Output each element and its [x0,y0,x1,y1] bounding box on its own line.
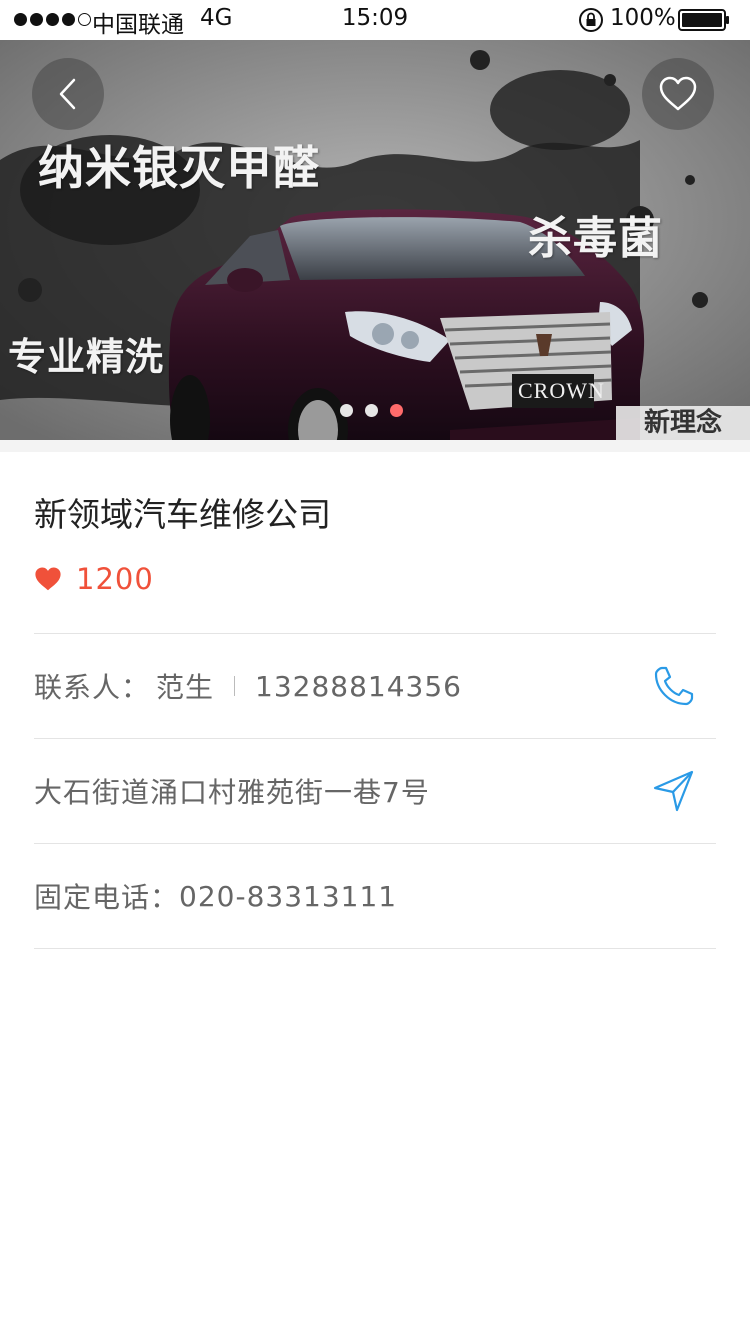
phone-icon[interactable] [652,664,696,708]
battery-percentage: 100% [610,5,676,31]
likes-row[interactable]: 1200 [34,560,154,598]
heart-outline-icon [659,76,697,111]
navigation-arrow-icon[interactable] [652,769,696,813]
landline-label: 固定电话： [34,881,180,914]
landline-row[interactable]: 固定电话： 020-83313111 [34,844,716,948]
landline-number[interactable]: 020-83313111 [179,880,397,913]
rotation-lock-icon [579,8,603,32]
contact-row[interactable]: 联系人： 范生 13288814356 [34,634,716,738]
chevron-left-icon [59,78,76,110]
battery-icon [678,9,729,31]
contact-separator [234,676,236,696]
contact-phone[interactable]: 13288814356 [255,670,462,703]
back-button[interactable] [32,58,104,130]
banner-slogan-2: 杀毒菌 [528,213,663,264]
divider [34,948,716,949]
banner-slogan-1: 纳米银灭甲醛 [38,141,320,195]
section-spacer [0,440,750,452]
contact-label: 联系人： [34,671,151,704]
carousel-dot-3-active[interactable] [390,404,403,417]
likes-count: 1200 [76,562,154,596]
address-text: 大石街道涌口村雅苑街一巷7号 [34,776,430,809]
carousel-dot-1[interactable] [340,404,353,417]
status-bar: 中国联通 4G 15:09 100% [0,0,750,40]
car-badge: CROWN [518,378,605,403]
banner-slogan-3: 专业精洗 [8,335,165,379]
favorite-button[interactable] [642,58,714,130]
heart-filled-icon [35,567,61,591]
banner-corner-tag: 新理念 [616,406,750,440]
address-row[interactable]: 大石街道涌口村雅苑街一巷7号 [34,739,716,843]
shop-name: 新领域汽车维修公司 [34,495,331,534]
hero-banner[interactable]: 纳米银灭甲醛 杀毒菌 专业精洗 CROWN 新理念 [0,40,750,440]
carousel-dot-2[interactable] [365,404,378,417]
carousel-indicator[interactable] [340,404,403,417]
contact-name: 范生 [156,671,215,704]
